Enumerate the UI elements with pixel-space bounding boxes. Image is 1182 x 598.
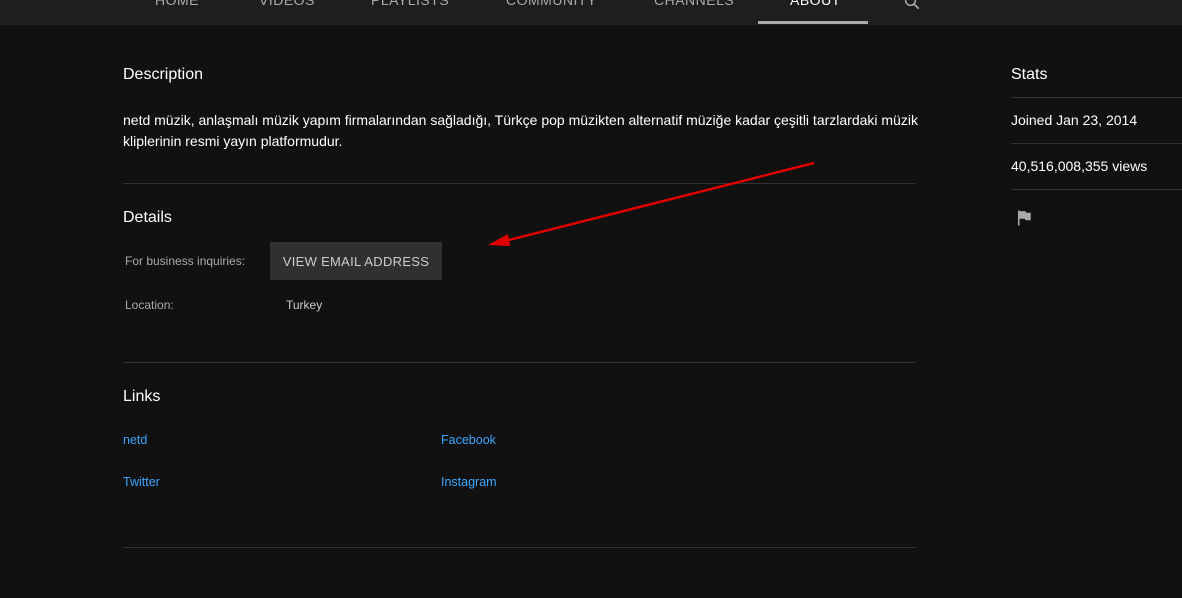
- tab-community[interactable]: COMMUNITY: [506, 0, 597, 25]
- stats-divider: [1011, 189, 1182, 190]
- details-heading: Details: [123, 209, 172, 226]
- location-label: Location:: [125, 298, 174, 312]
- tab-playlists[interactable]: PLAYLISTS: [371, 0, 449, 25]
- channel-about-page: HOME VIDEOS PLAYLISTS COMMUNITY CHANNELS…: [0, 0, 1182, 598]
- view-email-address-button[interactable]: VIEW EMAIL ADDRESS: [270, 242, 442, 280]
- tab-home[interactable]: HOME: [155, 0, 199, 25]
- flag-icon[interactable]: [1015, 209, 1033, 227]
- joined-date: Joined Jan 23, 2014: [1011, 112, 1138, 128]
- total-views: 40,516,008,355 views: [1011, 158, 1148, 174]
- link-instagram[interactable]: Instagram: [441, 475, 497, 489]
- stats-divider: [1011, 143, 1182, 144]
- links-heading: Links: [123, 388, 161, 405]
- channel-tab-bar: HOME VIDEOS PLAYLISTS COMMUNITY CHANNELS…: [0, 0, 1182, 25]
- description-text: netd müzik, anlaşmalı müzik yapım firmal…: [123, 112, 918, 149]
- divider: [123, 547, 915, 548]
- annotation-arrow: [488, 161, 815, 246]
- link-netd[interactable]: netd: [123, 433, 147, 447]
- tab-videos[interactable]: VIDEOS: [259, 0, 315, 25]
- tab-channels[interactable]: CHANNELS: [654, 0, 734, 25]
- stats-heading: Stats: [1011, 66, 1048, 83]
- search-icon[interactable]: [903, 0, 921, 11]
- business-inquiries-label: For business inquiries:: [125, 254, 246, 268]
- active-tab-indicator: [758, 21, 868, 24]
- description-heading: Description: [123, 66, 204, 83]
- location-value: Turkey: [286, 298, 323, 312]
- divider: [123, 183, 915, 184]
- stats-divider: [1011, 97, 1182, 98]
- link-facebook[interactable]: Facebook: [441, 433, 496, 447]
- link-twitter[interactable]: Twitter: [123, 475, 160, 489]
- divider: [123, 362, 915, 363]
